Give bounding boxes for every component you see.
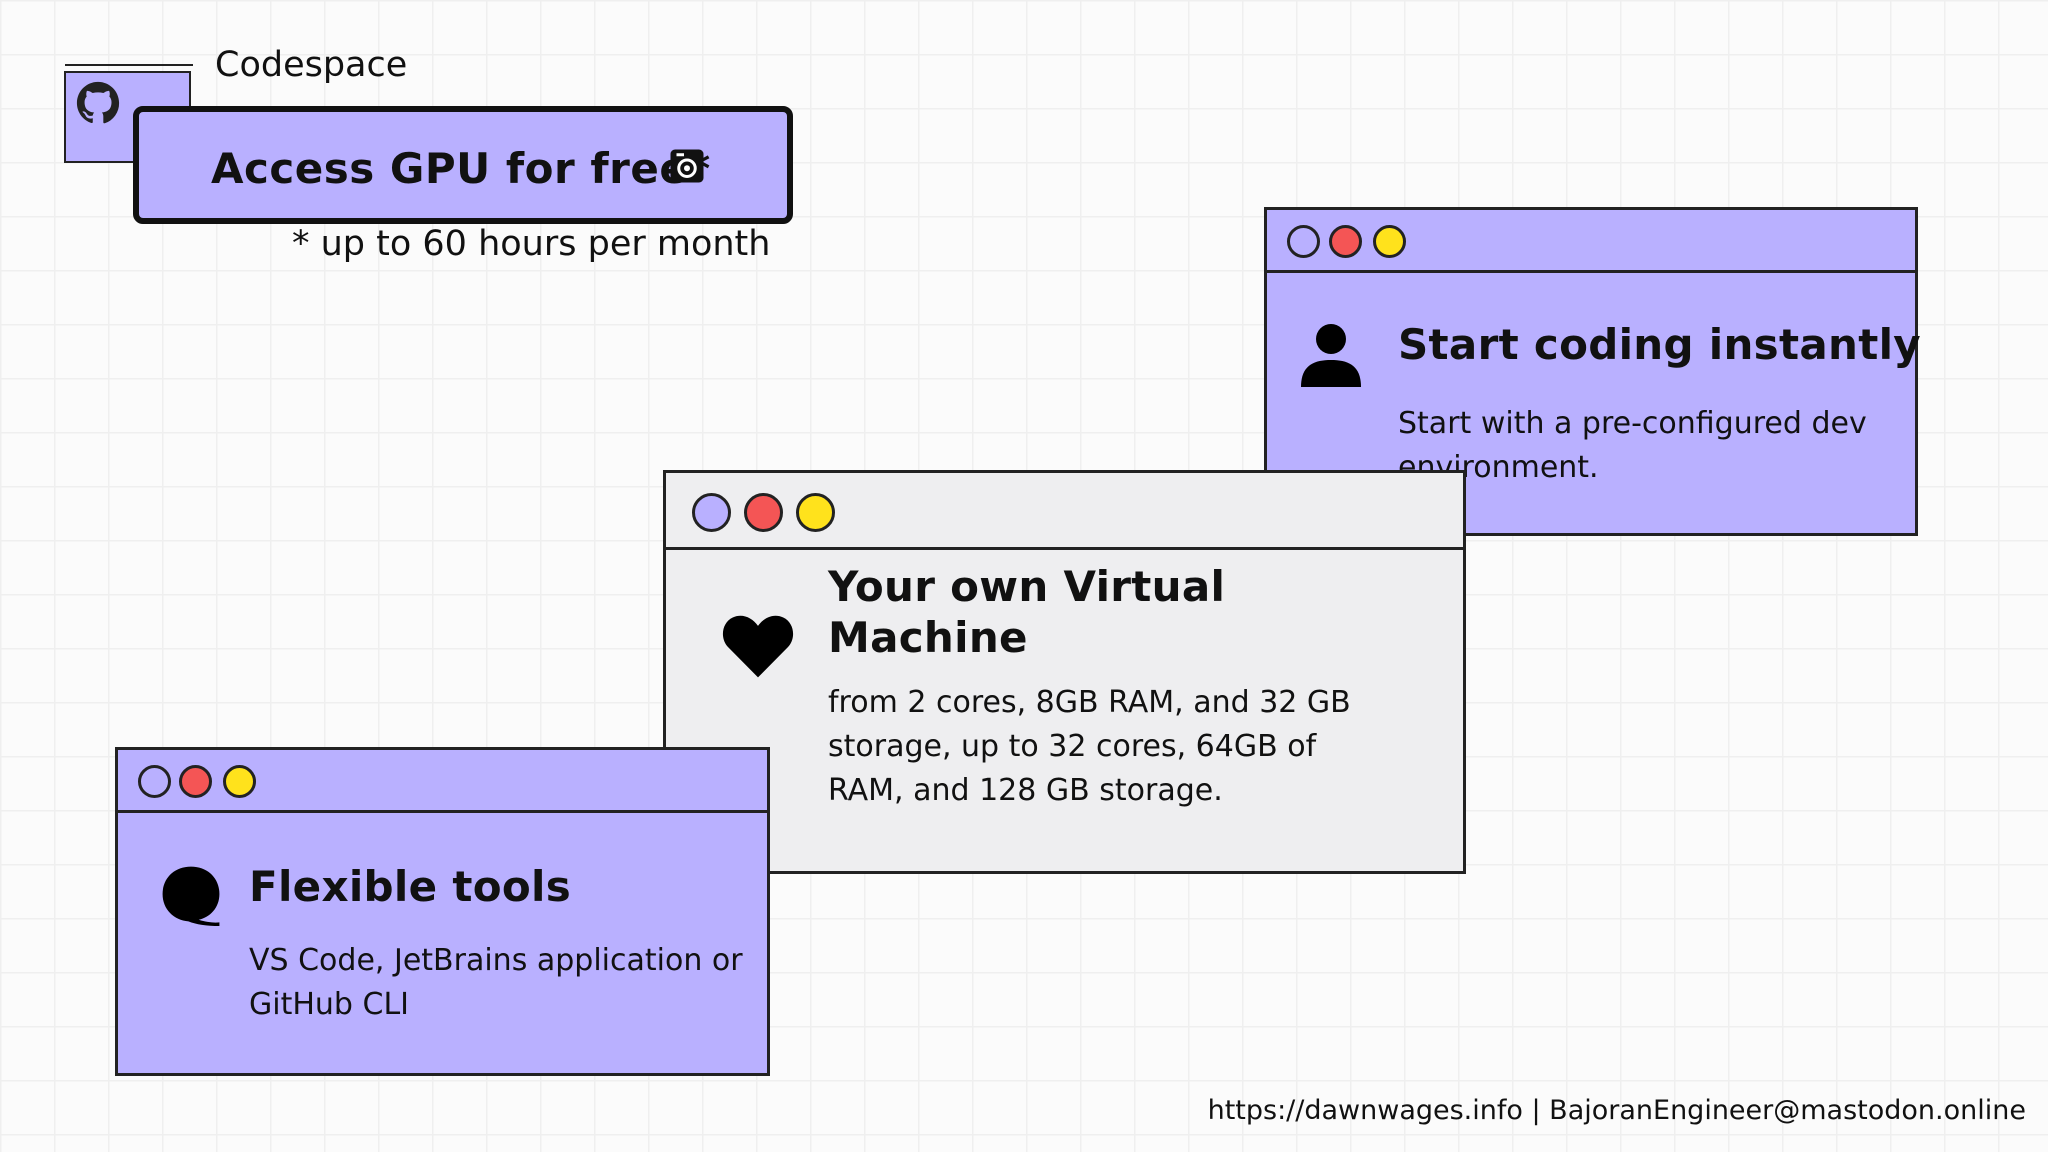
card-flexible-tools: Flexible tools VS Code, JetBrains applic… [115,747,770,1076]
card-title: Flexible tools [249,862,572,911]
window-titlebar [118,750,767,813]
card-description: from 2 cores, 8GB RAM, and 32 GB storage… [828,685,1351,808]
card-title: Start coding instantly [1398,320,1921,369]
user-icon [1301,324,1361,387]
window-titlebar [666,473,1463,550]
window-dot-red [1329,225,1362,258]
gpu-banner: Access GPU for free* [133,106,793,224]
gpu-title: Access GPU for free* [211,144,711,193]
window-dot-yellow [223,765,256,798]
window-dot-purple [692,493,731,532]
window-titlebar [1267,210,1915,273]
github-icon [76,81,120,124]
heart-icon [722,615,794,678]
window-dot-yellow [1373,225,1406,258]
speech-bubble-icon [162,866,220,926]
card-description: Start with a pre-configured dev environm… [1398,406,1867,485]
folder-tab-line [65,64,193,66]
gpu-chip-icon [670,149,704,183]
card-description: VS Code, JetBrains application or GitHub… [249,943,743,1022]
window-dot-outline [138,765,171,798]
window-dot-yellow [796,493,835,532]
card-title: Your own Virtual Machine [828,562,1226,662]
card-virtual-machine: Your own Virtual Machine from 2 cores, 8… [663,470,1466,874]
window-dot-outline [1287,225,1320,258]
window-dot-red [179,765,212,798]
footer-credits: https://dawnwages.info | BajoranEngineer… [1207,1095,2026,1126]
gpu-note: * up to 60 hours per month [292,224,771,264]
window-dot-red [744,493,783,532]
